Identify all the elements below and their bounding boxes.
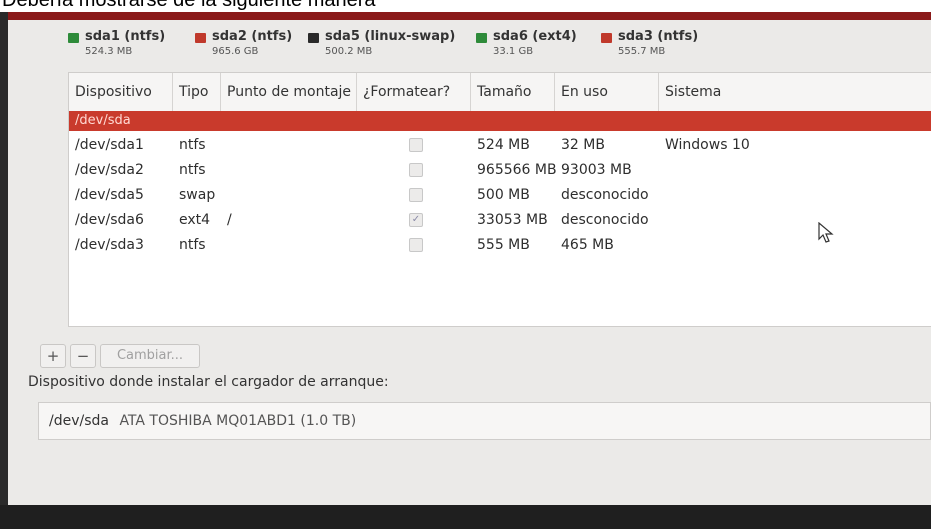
format-checkbox[interactable] xyxy=(409,188,423,202)
cell-mount xyxy=(221,233,357,257)
cell-size: 524 MB xyxy=(477,137,530,153)
cell-used: desconocido xyxy=(561,187,649,203)
legend-partition-name: sda2 (ntfs) xyxy=(212,29,293,44)
column-header[interactable]: ¿Formatear? xyxy=(357,73,471,111)
device-group-label: /dev/sda xyxy=(75,113,131,128)
cell-device: /dev/sda3 xyxy=(75,237,144,253)
legend-partition-size: 555.7 MB xyxy=(618,46,666,57)
column-header[interactable]: Punto de montaje xyxy=(221,73,357,111)
cell-system xyxy=(659,183,931,207)
bootloader-device: /dev/sda xyxy=(49,413,109,429)
cell-system xyxy=(659,158,931,182)
table-row[interactable]: /dev/sda1 ntfs 524 MB 32 MB Windows 10 xyxy=(69,133,931,157)
cell-used: desconocido xyxy=(561,212,649,228)
cell-device: /dev/sda5 xyxy=(75,187,144,203)
caption-text: Debería mostrarse de la siguiente manera xyxy=(0,0,931,12)
legend-partition-size: 500.2 MB xyxy=(325,46,373,57)
cell-size: 555 MB xyxy=(477,237,530,253)
cell-type: ntfs xyxy=(179,137,206,153)
column-header[interactable]: Tipo xyxy=(173,73,221,111)
cell-system xyxy=(659,208,931,232)
remove-partition-button[interactable]: − xyxy=(70,344,96,368)
legend-swatch xyxy=(476,33,487,43)
device-group-row[interactable]: /dev/sda xyxy=(69,111,931,131)
table-row[interactable]: /dev/sda5 swap 500 MB desconocido xyxy=(69,183,931,207)
format-checkbox[interactable]: ✓ xyxy=(409,213,423,227)
cell-type: ntfs xyxy=(179,162,206,178)
change-partition-button[interactable]: Cambiar... xyxy=(100,344,200,368)
bootloader-label: Dispositivo donde instalar el cargador d… xyxy=(28,374,389,390)
legend-partition-size: 33.1 GB xyxy=(493,46,534,57)
cell-size: 965566 MB xyxy=(477,162,557,178)
cell-used: 93003 MB xyxy=(561,162,632,178)
legend-swatch xyxy=(68,33,79,43)
cell-used: 32 MB xyxy=(561,137,605,153)
mouse-pointer-icon xyxy=(818,222,834,243)
table-row[interactable]: /dev/sda2 ntfs 965566 MB 93003 MB xyxy=(69,158,931,182)
table-header: Dispositivo Tipo Punto de montaje ¿Formatea… xyxy=(69,73,931,112)
cell-type: ntfs xyxy=(179,237,206,253)
legend-partition-name: sda5 (linux-swap) xyxy=(325,29,456,44)
cell-type: swap xyxy=(179,187,216,203)
cell-device: /dev/sda2 xyxy=(75,162,144,178)
legend-partition-name: sda6 (ext4) xyxy=(493,29,577,44)
legend-partition-size: 524.3 MB xyxy=(85,46,133,57)
cell-mount: / xyxy=(227,212,232,228)
cell-mount xyxy=(221,183,357,207)
table-row[interactable]: /dev/sda3 ntfs 555 MB 465 MB xyxy=(69,233,931,257)
cell-mount xyxy=(221,133,357,157)
bootloader-device-select[interactable]: /dev/sda ATA TOSHIBA MQ01ABD1 (1.0 TB) xyxy=(38,402,931,440)
installer-window: sda1 (ntfs) 524.3 MB sda2 (ntfs) 965.6 GB sd… xyxy=(8,12,931,520)
legend-swatch xyxy=(308,33,319,43)
cell-device: /dev/sda6 xyxy=(75,212,144,228)
window-top-bar xyxy=(8,12,931,20)
cell-device: /dev/sda1 xyxy=(75,137,144,153)
format-checkbox[interactable] xyxy=(409,138,423,152)
legend-swatch xyxy=(195,33,206,43)
legend-swatch xyxy=(601,33,612,43)
format-checkbox[interactable] xyxy=(409,238,423,252)
add-partition-button[interactable]: + xyxy=(40,344,66,368)
legend-partition-name: sda1 (ntfs) xyxy=(85,29,166,44)
cell-system: Windows 10 xyxy=(665,137,750,153)
cell-mount xyxy=(221,158,357,182)
screen-bezel xyxy=(0,505,931,529)
cell-size: 500 MB xyxy=(477,187,530,203)
cell-size: 33053 MB xyxy=(477,212,548,228)
table-row[interactable]: /dev/sda6 ext4 / ✓ 33053 MB desconocido xyxy=(69,208,931,232)
legend-partition-size: 965.6 GB xyxy=(212,46,259,57)
bootloader-device-model: ATA TOSHIBA MQ01ABD1 (1.0 TB) xyxy=(119,413,357,429)
column-header[interactable]: Sistema xyxy=(659,73,931,111)
partition-table[interactable]: Dispositivo Tipo Punto de montaje ¿Formatea… xyxy=(68,72,931,327)
column-header[interactable]: Dispositivo xyxy=(69,73,173,111)
column-header[interactable]: En uso xyxy=(555,73,659,111)
legend-partition-name: sda3 (ntfs) xyxy=(618,29,699,44)
cell-system xyxy=(659,233,931,257)
cell-type: ext4 xyxy=(179,212,211,228)
format-checkbox[interactable] xyxy=(409,163,423,177)
cell-used: 465 MB xyxy=(561,237,614,253)
column-header[interactable]: Tamaño xyxy=(471,73,555,111)
